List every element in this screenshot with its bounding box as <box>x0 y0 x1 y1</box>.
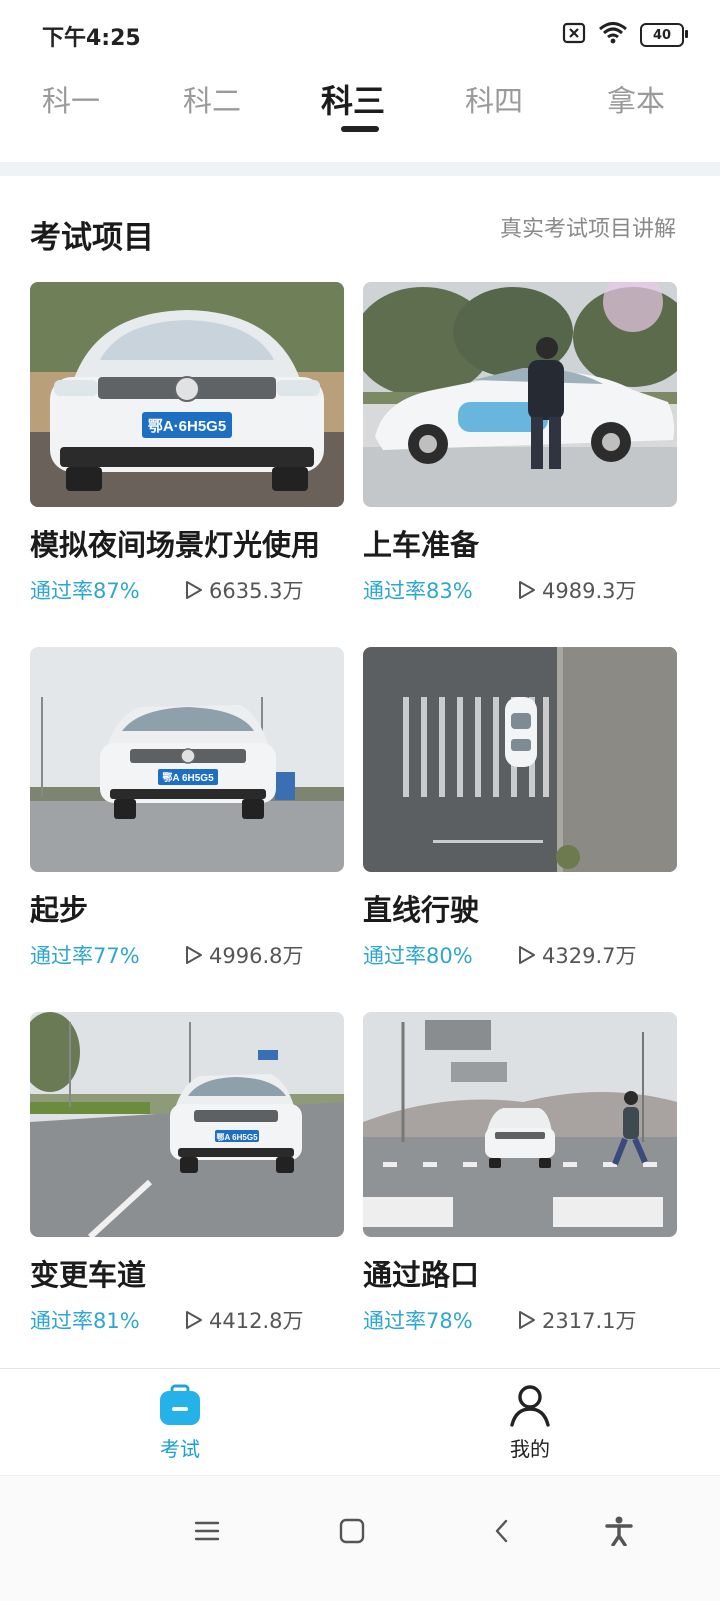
status-bar: 下午4:25 40 <box>0 0 720 70</box>
system-navigation-bar <box>0 1475 720 1601</box>
exam-item-meta: 通过率87% 6635.3万 <box>30 575 344 605</box>
view-count: 6635.3万 <box>185 575 303 605</box>
view-count-value: 4989.3万 <box>542 579 637 603</box>
section-title: 考试项目 <box>30 220 154 256</box>
play-icon <box>186 946 202 964</box>
view-count-value: 4996.8万 <box>209 944 304 968</box>
exam-item-card[interactable]: 鄂A 6H5G5 起步 通过率77% 4996.8万 <box>30 647 344 997</box>
menu-icon[interactable] <box>185 1509 229 1553</box>
view-count: 4329.7万 <box>518 940 636 970</box>
exam-item-title: 变更车道 <box>30 1258 147 1292</box>
exam-item-thumbnail <box>363 1012 677 1237</box>
exam-item-meta: 通过率77% 4996.8万 <box>30 940 344 970</box>
nav-exam[interactable]: 考试 <box>0 1369 360 1475</box>
exam-item-card[interactable]: 通过路口 通过率78% 2317.1万 <box>363 1012 677 1362</box>
tab-ke-san[interactable]: 科三 <box>321 76 385 122</box>
bottom-navigation: 考试 我的 <box>0 1368 720 1475</box>
exam-item-title: 通过路口 <box>363 1258 480 1292</box>
view-count-value: 6635.3万 <box>209 579 304 603</box>
exam-item-card[interactable]: 上车准备 通过率83% 4989.3万 <box>363 282 677 632</box>
view-count: 4996.8万 <box>185 940 303 970</box>
play-icon <box>519 581 535 599</box>
exam-item-meta: 通过率83% 4989.3万 <box>363 575 677 605</box>
tab-na-ben[interactable]: 拿本 <box>607 78 665 120</box>
exam-briefcase-icon <box>158 1383 202 1431</box>
exam-item-thumbnail <box>363 282 677 507</box>
pass-rate: 通过率87% <box>30 579 140 603</box>
pass-rate: 通过率77% <box>30 944 140 968</box>
exam-item-title: 上车准备 <box>363 528 480 562</box>
exam-item-thumbnail: 鄂A 6H5G5 <box>30 647 344 872</box>
exam-item-meta: 通过率78% 2317.1万 <box>363 1305 677 1335</box>
subject-tabs: 科一 科二 科三 科四 拿本 <box>0 70 720 160</box>
exam-item-title: 模拟夜间场景灯光使用 <box>30 528 321 562</box>
license-plate: 鄂A 6H5G5 <box>216 1132 258 1142</box>
pass-rate: 通过率78% <box>363 1309 473 1333</box>
status-icons: 40 <box>562 22 688 48</box>
tab-ke-yi[interactable]: 科一 <box>42 78 100 120</box>
license-plate: 鄂A·6H5G5 <box>148 418 226 435</box>
battery-level: 40 <box>652 27 672 43</box>
exam-item-thumbnail: 鄂A 6H5G5 <box>30 1012 344 1237</box>
exam-item-thumbnail <box>363 647 677 872</box>
active-tab-indicator <box>341 126 379 132</box>
view-count: 2317.1万 <box>518 1305 636 1335</box>
view-count: 4412.8万 <box>185 1305 303 1335</box>
pass-rate: 通过率81% <box>30 1309 140 1333</box>
view-count-value: 2317.1万 <box>542 1309 637 1333</box>
nav-profile-label: 我的 <box>510 1437 550 1461</box>
view-count: 4989.3万 <box>518 575 636 605</box>
play-icon <box>519 1311 535 1329</box>
exam-item-meta: 通过率81% 4412.8万 <box>30 1305 344 1335</box>
wifi-icon <box>598 22 628 48</box>
status-time: 下午4:25 <box>42 26 141 51</box>
exam-item-card[interactable]: 鄂A 6H5G5 变更车道 通过率81% 4412.8万 <box>30 1012 344 1362</box>
play-icon <box>186 581 202 599</box>
section-divider <box>0 162 720 176</box>
pass-rate: 通过率83% <box>363 579 473 603</box>
nav-profile[interactable]: 我的 <box>350 1369 710 1475</box>
view-count-value: 4329.7万 <box>542 944 637 968</box>
home-square-icon[interactable] <box>330 1509 374 1553</box>
exam-item-meta: 通过率80% 4329.7万 <box>363 940 677 970</box>
exam-item-card[interactable]: 鄂A·6H5G5 模拟夜间场景灯光使用 通过率87% 6635.3万 <box>30 282 344 632</box>
back-chevron-icon[interactable] <box>480 1509 524 1553</box>
exam-item-title: 起步 <box>30 893 89 927</box>
play-icon <box>186 1311 202 1329</box>
view-count-value: 4412.8万 <box>209 1309 304 1333</box>
exam-item-title: 直线行驶 <box>363 893 480 927</box>
person-icon <box>508 1383 552 1431</box>
tab-ke-er[interactable]: 科二 <box>183 78 241 120</box>
exam-item-thumbnail: 鄂A·6H5G5 <box>30 282 344 507</box>
battery-icon: 40 <box>640 23 688 47</box>
tab-ke-si[interactable]: 科四 <box>465 78 523 120</box>
accessibility-icon[interactable] <box>597 1509 641 1553</box>
play-icon <box>519 946 535 964</box>
sim-off-icon <box>562 22 586 48</box>
pass-rate: 通过率80% <box>363 944 473 968</box>
exam-item-card[interactable]: 直线行驶 通过率80% 4329.7万 <box>363 647 677 997</box>
exam-explanation-link[interactable]: 真实考试项目讲解 <box>500 211 676 243</box>
nav-exam-label: 考试 <box>160 1437 200 1461</box>
license-plate: 鄂A 6H5G5 <box>162 772 214 784</box>
